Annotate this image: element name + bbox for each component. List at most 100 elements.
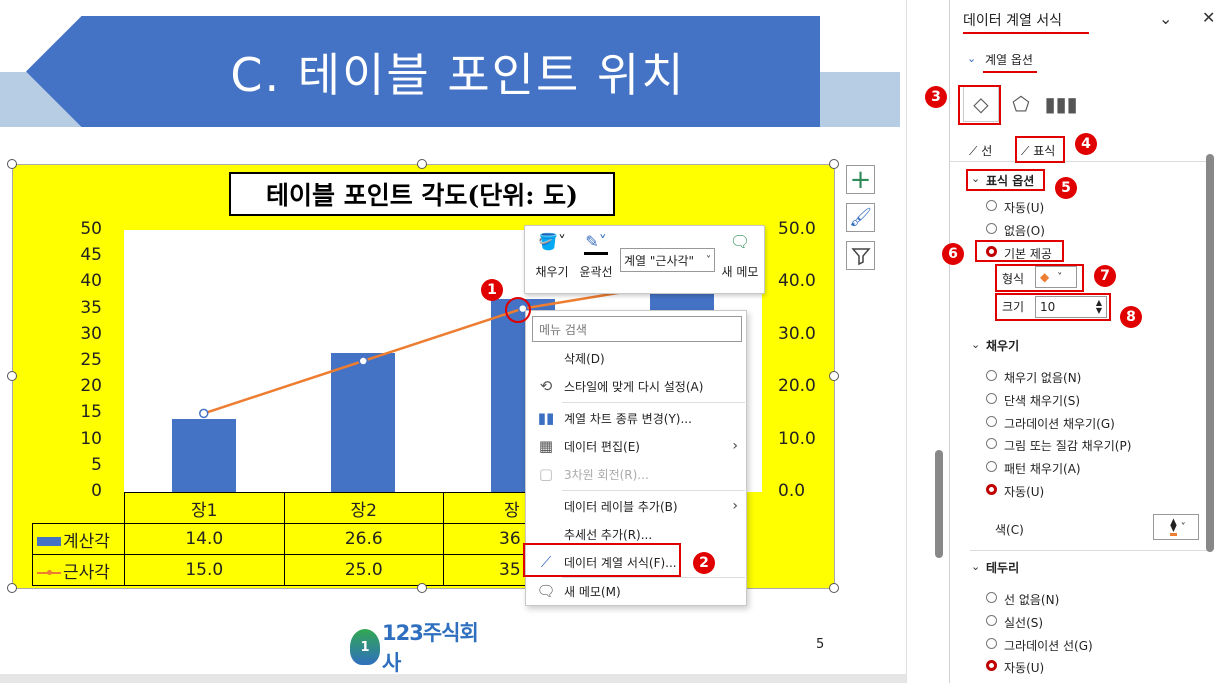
series-name: 근사각 [63, 562, 110, 583]
bar-legend-key [37, 537, 61, 546]
outline-label: 윤곽선 [579, 265, 613, 279]
callout-8: 8 [1120, 306, 1142, 328]
resize-handle[interactable] [829, 583, 839, 593]
menu-search-input[interactable]: 메뉴 검색 [532, 316, 742, 342]
tab-line[interactable]: ⟋ 선 [969, 142, 992, 159]
resize-handle[interactable] [7, 371, 17, 381]
menu-item-delete[interactable]: 삭제(D) [526, 344, 746, 372]
legend-approx: 근사각 [32, 554, 125, 586]
chevron-down-icon[interactable]: ⌄ [971, 560, 980, 573]
logo-mark-icon: 1 [350, 629, 380, 665]
radio-option-label: 채우기 없음(N) [1004, 371, 1082, 385]
radio-option[interactable] [986, 484, 997, 495]
new-memo-button[interactable]: 🗨 새 메모 [718, 232, 762, 280]
radio-option-label: 자동(U) [1004, 661, 1045, 676]
callout-7: 7 [1094, 265, 1116, 287]
radio-option[interactable] [986, 415, 997, 427]
chevron-down-icon: ˅ [1180, 521, 1186, 533]
slide-scrollbar[interactable] [935, 450, 943, 558]
series-options-underline [983, 71, 1037, 73]
resize-handle[interactable] [417, 583, 427, 593]
bar-chart-icon: ▮▮▮ [1044, 92, 1078, 116]
paint-bucket-icon: 🪣˅ [538, 232, 566, 251]
tab-divider [950, 161, 1208, 162]
series-select[interactable]: 계열 "근사각" ˅ [620, 248, 715, 272]
resize-handle[interactable] [829, 159, 839, 169]
radio-option[interactable] [986, 637, 997, 649]
radio-option[interactable] [986, 592, 997, 603]
menu-item-3d-rotation: ▢ 3차원 회전(R)... [526, 460, 746, 488]
chart-styles-button[interactable]: 🖌 [846, 203, 875, 232]
menu-item-new-memo[interactable]: 🗨 새 메모(M) [526, 577, 746, 605]
chevron-right-icon: › [732, 498, 738, 514]
menu-item-add-data-labels[interactable]: 데이터 레이블 추가(B) › [526, 492, 746, 520]
outline-button[interactable]: ✎˅ 윤곽선 [575, 232, 617, 280]
section-divider [970, 550, 1208, 551]
radio-option[interactable] [986, 614, 997, 626]
radio-option[interactable] [986, 370, 997, 381]
chevron-down-icon[interactable]: ⌄ [1159, 9, 1172, 28]
fill-button[interactable]: 🪣˅ 채우기 [531, 232, 573, 280]
slide-canvas: C. 테이블 포인트 위치 테이블 포인트 각도(단위: 도) 50 45 40 35… [0, 0, 906, 683]
line-icon: ⟋ [969, 144, 982, 158]
table-cell: 14.0 [124, 523, 285, 555]
radio-option-label: 선 없음(N) [1004, 593, 1060, 607]
pane-title: 데이터 계열 서식 [963, 13, 1063, 29]
table-cell: 15.0 [124, 554, 285, 586]
resize-handle[interactable] [7, 159, 17, 169]
menu-item-change-chart-type[interactable]: ▮▮ 계열 차트 종류 변경(Y)... [526, 404, 746, 432]
menu-item-label: 삭제(D) [564, 351, 605, 366]
menu-item-label: 데이터 편집(E) [564, 439, 640, 454]
pane-scrollbar[interactable] [1206, 154, 1214, 552]
resize-handle[interactable] [829, 371, 839, 381]
fill-header[interactable]: 채우기 [986, 337, 1019, 354]
table-category: 장1 [124, 492, 285, 524]
series-options-tab[interactable]: ▮▮▮ [1043, 86, 1079, 122]
radio-option-label: 그라데이션 선(G) [1004, 638, 1093, 653]
menu-item-reset-style[interactable]: ⟲ 스타일에 맞게 다시 설정(A) [526, 372, 746, 400]
radio-option-label: 자동(U) [1004, 485, 1045, 499]
page-number: 5 [816, 637, 825, 652]
chevron-down-icon: ˅ [706, 254, 711, 266]
color-label: 색(C) [995, 523, 1024, 537]
tab-line-label: 선 [981, 144, 993, 158]
highlight-marker-options [966, 169, 1045, 191]
highlight-marker-tab [1015, 136, 1065, 163]
menu-item-label: 3차원 회전(R)... [564, 467, 649, 482]
radio-option[interactable] [986, 438, 997, 450]
radio-option[interactable] [986, 392, 997, 404]
radio-option-label: 그라데이션 채우기(G) [1004, 416, 1115, 431]
highlight-type [995, 264, 1084, 292]
table-cell: 26.6 [283, 523, 444, 555]
reset-style-icon: ⟲ [539, 377, 553, 395]
chevron-right-icon: › [732, 438, 738, 454]
chevron-down-icon[interactable]: ⌄ [971, 338, 980, 351]
border-header[interactable]: 테두리 [986, 559, 1019, 576]
fill-color-picker[interactable]: ⧫ ˅ [1153, 514, 1199, 540]
brush-icon: 🖌 [849, 207, 872, 228]
outline-color-swatch [584, 252, 608, 255]
series-select-value: 계열 "근사각" [624, 253, 695, 268]
callout-4: 4 [1075, 133, 1097, 155]
radio-marker-auto[interactable] [986, 200, 997, 211]
radio-option[interactable] [986, 660, 997, 672]
resize-handle[interactable] [7, 583, 17, 593]
marker-auto-label: 자동(U) [1004, 201, 1045, 215]
resize-handle[interactable] [417, 159, 427, 169]
chevron-down-icon[interactable]: ⌄ [967, 52, 976, 65]
radio-marker-none[interactable] [986, 223, 997, 234]
chart-elements-button[interactable]: + [846, 165, 875, 195]
pen-icon: ✎˅ [585, 232, 607, 251]
radio-option[interactable] [986, 461, 997, 473]
line-point-장1[interactable] [199, 408, 209, 419]
menu-item-edit-data[interactable]: ▦ 데이터 편집(E) › [526, 432, 746, 460]
new-memo-label: 새 메모 [721, 265, 759, 279]
line-point-장2[interactable] [358, 356, 368, 366]
chart-filters-button[interactable] [846, 241, 875, 270]
radio-option-label: 단색 채우기(S) [1004, 393, 1080, 408]
radio-option-label: 실선(S) [1004, 615, 1044, 630]
close-icon[interactable]: ✕ [1202, 8, 1215, 27]
mini-toolbar: 🪣˅ 채우기 ✎˅ 윤곽선 계열 "근사각" ˅ 🗨 새 메모 [524, 225, 765, 294]
series-options-dropdown[interactable]: 계열 옵션 [985, 51, 1033, 68]
effects-tab[interactable]: ⬠ [1003, 86, 1039, 122]
